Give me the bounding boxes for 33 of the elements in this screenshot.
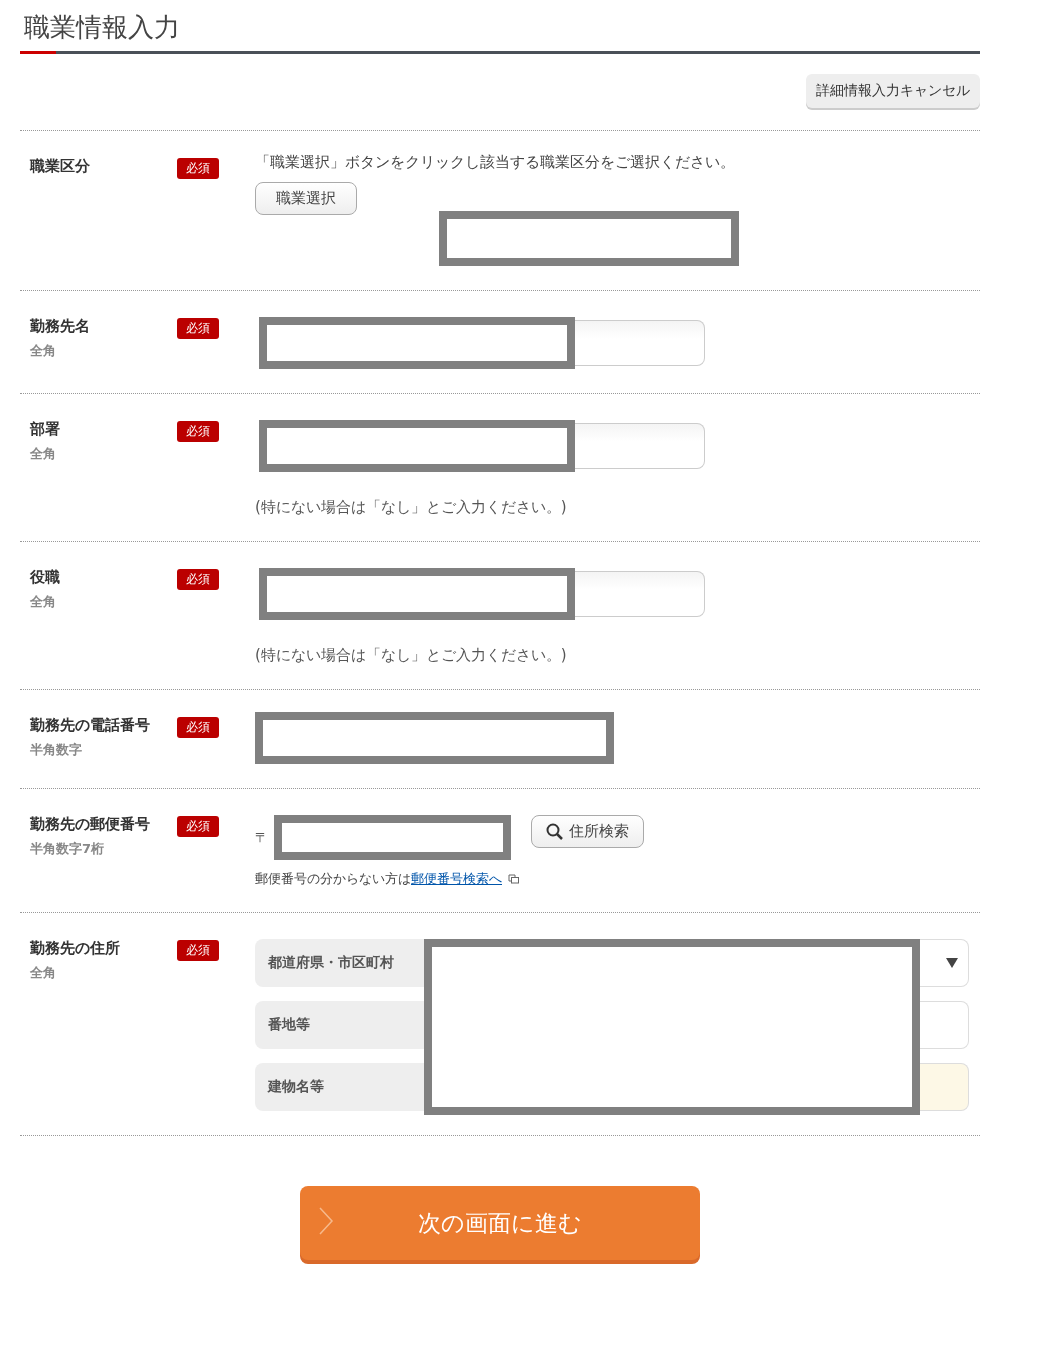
field-label: 役職 xyxy=(30,568,61,587)
required-badge: 必須 xyxy=(177,158,219,179)
page-title: 職業情報入力 xyxy=(24,12,180,42)
input-type-note: 全角 xyxy=(30,445,57,463)
field-label: 勤務先の住所 xyxy=(30,939,121,958)
instruction-text: 「職業選択」ボタンをクリックし該当する職業区分をご選択ください。 xyxy=(255,153,736,172)
postal-mark: 〒 xyxy=(255,828,268,847)
field-label: 勤務先の電話番号 xyxy=(30,716,151,735)
required-badge: 必須 xyxy=(177,940,219,961)
input-type-note: 全角 xyxy=(30,342,57,360)
required-badge: 必須 xyxy=(177,318,219,339)
postal-search-link[interactable]: 郵便番号検索へ xyxy=(411,870,502,888)
required-badge: 必須 xyxy=(177,816,219,837)
field-label: 都道府県・市区町村 xyxy=(255,939,424,987)
note-text: 郵便番号の分からない方は xyxy=(255,870,411,888)
field-label: 部署 xyxy=(30,420,61,439)
field-label: 建物名等 xyxy=(255,1063,424,1111)
hint-text: (特にない場合は「なし」とご入力ください。) xyxy=(255,646,568,665)
input-type-note: 全角 xyxy=(30,964,57,982)
hint-text: (特にない場合は「なし」とご入力ください。) xyxy=(255,498,568,517)
cancel-details-button[interactable]: 詳細情報入力キャンセル xyxy=(806,74,980,108)
occupation-select-button[interactable]: 職業選択 xyxy=(255,182,357,215)
required-badge: 必須 xyxy=(177,717,219,738)
address-search-button[interactable]: 住所検索 xyxy=(531,815,644,848)
input-type-note: 半角数字 xyxy=(30,741,83,759)
required-badge: 必須 xyxy=(177,421,219,442)
field-label: 番地等 xyxy=(255,1001,424,1049)
input-type-note: 半角数字7桁 xyxy=(30,840,106,858)
input-type-note: 全角 xyxy=(30,593,57,611)
field-label: 勤務先の郵便番号 xyxy=(30,815,151,834)
field-label: 職業区分 xyxy=(30,157,91,176)
required-badge: 必須 xyxy=(177,569,219,590)
field-label: 勤務先名 xyxy=(30,317,91,336)
